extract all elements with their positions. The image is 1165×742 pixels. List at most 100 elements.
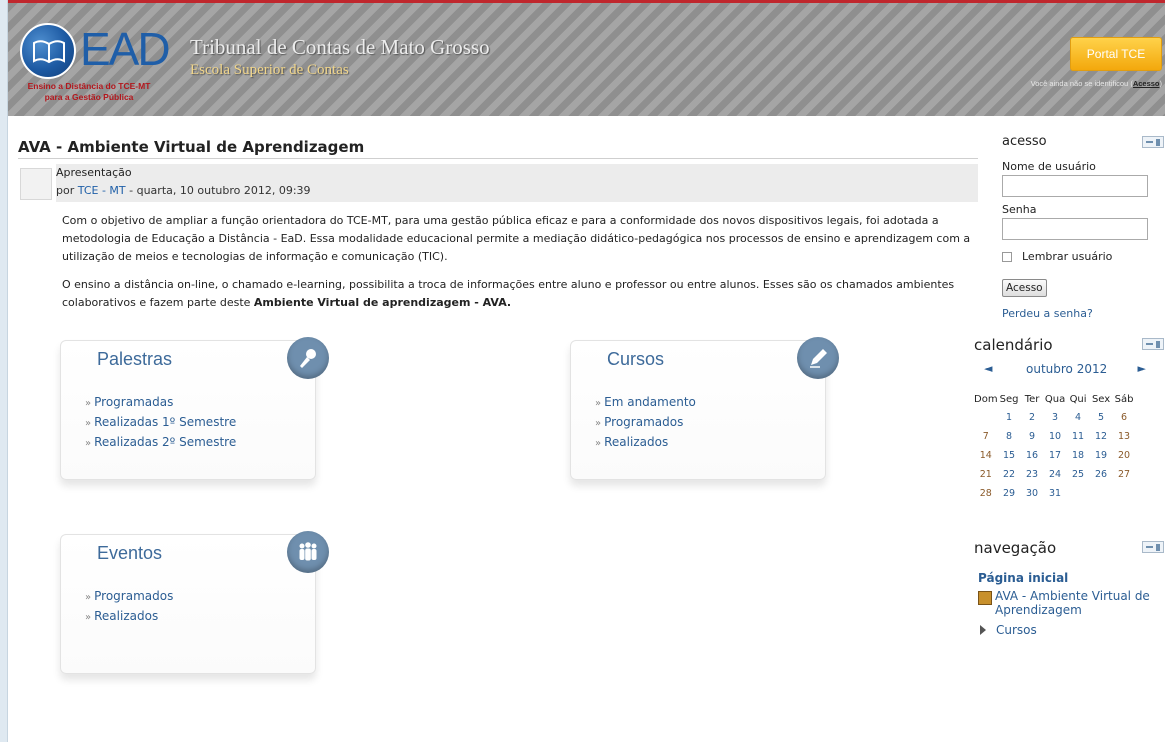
calendar-day[interactable]: 16: [1021, 446, 1044, 465]
nav-ava-link[interactable]: AVA - Ambiente Virtual de Aprendizagem: [978, 589, 1164, 617]
calendar-day[interactable]: 31: [1044, 484, 1067, 503]
category-link[interactable]: » Realizados: [85, 607, 173, 627]
category-link[interactable]: » Programadas: [85, 393, 236, 413]
post-subject: Apresentação: [56, 166, 132, 179]
password-input[interactable]: [1002, 218, 1148, 240]
calendar-day[interactable]: 29: [998, 484, 1021, 503]
post-date: - quarta, 10 outubro 2012, 09:39: [129, 184, 311, 197]
calendar-day[interactable]: 13: [1113, 427, 1136, 446]
calendar-day[interactable]: 26: [1090, 465, 1113, 484]
password-label: Senha: [1002, 203, 1037, 216]
ead-logo[interactable]: EAD Ensino a Distância do TCE-MT para a …: [14, 21, 171, 107]
weekday-label: Sáb: [1114, 393, 1134, 405]
calendar-day[interactable]: 14: [974, 446, 998, 465]
calendar-day[interactable]: 17: [1044, 446, 1067, 465]
book-globe-icon: [20, 23, 76, 79]
calendar-day[interactable]: 7: [974, 427, 998, 446]
calendar-block-title: calendário: [974, 336, 1053, 354]
navigation-block: navegação Página inicial AVA - Ambiente …: [974, 539, 1164, 637]
bullet-arrow-icon: »: [85, 592, 92, 603]
calendar-day: [1113, 484, 1136, 503]
category-title-palestras[interactable]: Palestras: [97, 349, 172, 370]
prev-month-icon[interactable]: ◄: [984, 362, 992, 375]
weekday-label: Dom: [974, 393, 998, 405]
nav-courses-label: Cursos: [996, 623, 1037, 637]
calendar-day[interactable]: 15: [998, 446, 1021, 465]
calendar-day[interactable]: 27: [1113, 465, 1136, 484]
category-link-label: Realizados: [94, 609, 159, 623]
calendar-day[interactable]: 25: [1067, 465, 1090, 484]
calendar-day[interactable]: 6: [1113, 408, 1136, 427]
calendar-day: [1090, 484, 1113, 503]
bullet-arrow-icon: »: [85, 612, 92, 623]
category-box-eventos: Eventos » Programados » Realizados: [60, 531, 329, 674]
dock-toggle-icon[interactable]: [1142, 541, 1164, 553]
category-link-label: Programados: [94, 589, 174, 603]
bullet-arrow-icon: »: [595, 398, 602, 409]
category-title-eventos[interactable]: Eventos: [97, 543, 162, 564]
calendar-day[interactable]: 21: [974, 465, 998, 484]
calendar-day[interactable]: 22: [998, 465, 1021, 484]
navigation-block-title: navegação: [974, 539, 1057, 557]
calendar-day[interactable]: 28: [974, 484, 998, 503]
calendar-day[interactable]: 18: [1067, 446, 1090, 465]
category-link[interactable]: » Programados: [85, 587, 173, 607]
nav-home-link[interactable]: Página inicial: [978, 571, 1164, 585]
calendar-day: [1067, 484, 1090, 503]
calendar-day[interactable]: 4: [1067, 408, 1090, 427]
course-icon: [978, 591, 992, 605]
category-box-cursos: Cursos » Em andamento » Programados » Reali…: [570, 337, 839, 480]
portal-tce-button[interactable]: Portal TCE: [1070, 37, 1162, 71]
category-title-cursos[interactable]: Cursos: [607, 349, 664, 370]
remember-user-checkbox[interactable]: [1002, 251, 1012, 262]
category-link[interactable]: » Realizadas 2º Semestre: [85, 433, 236, 453]
people-icon: [287, 531, 329, 573]
calendar-day[interactable]: 20: [1113, 446, 1136, 465]
next-month-icon[interactable]: ►: [1138, 362, 1146, 375]
calendar-day[interactable]: 24: [1044, 465, 1067, 484]
category-link[interactable]: » Em andamento: [595, 393, 696, 413]
dock-toggle-icon[interactable]: [1142, 338, 1164, 350]
category-link-label: Programados: [604, 415, 684, 429]
login-block: acesso Nome de usuário Senha Lembrar usu…: [1002, 134, 1164, 320]
calendar-day[interactable]: 10: [1044, 427, 1067, 446]
author-avatar[interactable]: [20, 168, 52, 200]
calendar-day[interactable]: 5: [1090, 408, 1113, 427]
bullet-arrow-icon: »: [85, 438, 92, 449]
sidebar: acesso Nome de usuário Senha Lembrar usu…: [974, 134, 1164, 637]
calendar-day[interactable]: 8: [998, 427, 1021, 446]
calendar-month[interactable]: outubro 2012: [1026, 362, 1107, 376]
category-link[interactable]: » Realizados: [595, 433, 696, 453]
calendar-day[interactable]: 2: [1021, 408, 1044, 427]
site-subtitle: Escola Superior de Contas: [190, 62, 349, 78]
forgot-password-link[interactable]: Perdeu a senha?: [1002, 307, 1164, 320]
post-author-link[interactable]: TCE - MT: [78, 184, 126, 197]
calendar-day[interactable]: 19: [1090, 446, 1113, 465]
category-link-label: Em andamento: [604, 395, 696, 409]
nav-courses-item[interactable]: Cursos: [978, 623, 1164, 637]
calendar-day[interactable]: 1: [998, 408, 1021, 427]
post-body: Com o objetivo de ampliar a função orien…: [62, 212, 982, 322]
site-header: EAD Ensino a Distância do TCE-MT para a …: [8, 0, 1165, 116]
calendar-day[interactable]: 9: [1021, 427, 1044, 446]
dock-toggle-icon[interactable]: [1142, 136, 1164, 148]
category-links-palestras: » Programadas » Realizadas 1º Semestre » Re…: [85, 393, 236, 453]
category-link-label: Realizados: [604, 435, 669, 449]
bullet-arrow-icon: »: [85, 418, 92, 429]
pencil-icon: [797, 337, 839, 379]
login-submit-button[interactable]: Acesso: [1002, 279, 1047, 297]
heading-divider: [18, 158, 978, 159]
navigation-tree: Página inicial AVA - Ambiente Virtual de…: [974, 571, 1164, 637]
calendar-day[interactable]: 30: [1021, 484, 1044, 503]
calendar-day[interactable]: 3: [1044, 408, 1067, 427]
category-link[interactable]: » Programados: [595, 413, 696, 433]
category-link-label: Realizadas 1º Semestre: [94, 415, 237, 429]
expand-arrow-icon[interactable]: [980, 625, 986, 635]
login-link[interactable]: Acesso: [1133, 79, 1160, 88]
username-input[interactable]: [1002, 175, 1148, 197]
category-link[interactable]: » Realizadas 1º Semestre: [85, 413, 236, 433]
calendar-day[interactable]: 12: [1090, 427, 1113, 446]
calendar-day[interactable]: 11: [1067, 427, 1090, 446]
calendar-day[interactable]: 23: [1021, 465, 1044, 484]
calendar-week-row: 7 8 9 10 11 12 13: [974, 427, 1136, 446]
